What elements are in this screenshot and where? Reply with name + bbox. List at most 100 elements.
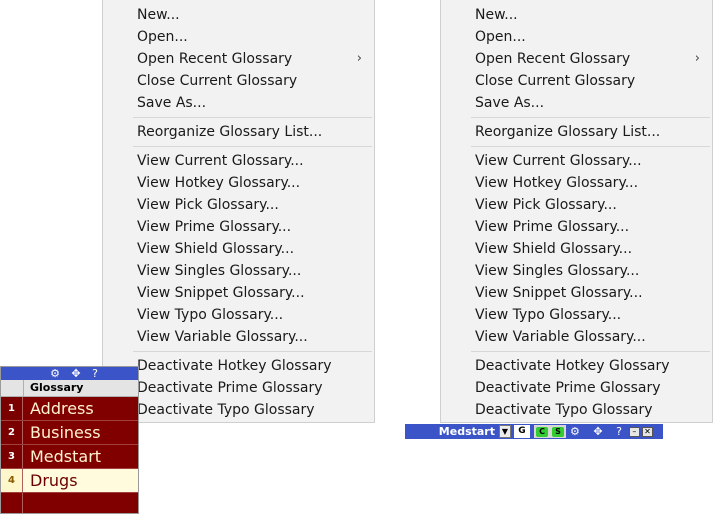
menu-item-view-singles-glossary[interactable]: View Singles Glossary...: [441, 260, 712, 282]
glossary-context-menu-left: New... Open... Open Recent Glossary › Close …: [102, 0, 375, 423]
menu-item-view-hotkey-glossary[interactable]: View Hotkey Glossary...: [441, 172, 712, 194]
glossary-row[interactable]: 4 Drugs: [1, 469, 138, 493]
glossary-name: Drugs: [23, 469, 138, 492]
minimize-button[interactable]: –: [628, 426, 640, 437]
glossary-dropdown-button[interactable]: ▼: [499, 425, 511, 438]
menu-item-view-singles-glossary[interactable]: View Singles Glossary...: [103, 260, 374, 282]
menu-item-deactivate-prime-glossary[interactable]: Deactivate Prime Glossary: [441, 377, 712, 399]
menu-separator: [133, 351, 372, 352]
menu-item-view-snippet-glossary[interactable]: View Snippet Glossary...: [103, 282, 374, 304]
menu-item-open[interactable]: Open...: [441, 26, 712, 48]
menu-item-label: View Current Glossary...: [137, 153, 304, 169]
row-number: 2: [1, 421, 23, 444]
row-number: 1: [1, 397, 23, 420]
menu-item-open-recent-glossary[interactable]: Open Recent Glossary ›: [441, 48, 712, 70]
active-glossary-name[interactable]: Medstart: [407, 425, 499, 438]
menu-item-view-pick-glossary[interactable]: View Pick Glossary...: [441, 194, 712, 216]
cs-indicators: C S: [534, 425, 566, 438]
glossary-name: Address: [23, 397, 138, 420]
menu-item-label: View Prime Glossary...: [475, 219, 630, 235]
menu-item-deactivate-hotkey-glossary[interactable]: Deactivate Hotkey Glossary: [441, 355, 712, 377]
toolbar-icons-right[interactable]: ⚙ ✥ ?: [570, 425, 627, 438]
menu-item-reorganize-glossary-list[interactable]: Reorganize Glossary List...: [441, 121, 712, 143]
menu-separator: [471, 117, 710, 118]
menu-item-label: Reorganize Glossary List...: [475, 124, 661, 140]
menu-item-label: New...: [475, 7, 518, 23]
menu-separator: [471, 351, 710, 352]
row-number: 3: [1, 445, 23, 468]
menu-item-open[interactable]: Open...: [103, 26, 374, 48]
menu-item-deactivate-typo-glossary[interactable]: Deactivate Typo Glossary: [103, 399, 374, 421]
glossary-row[interactable]: 1 Address: [1, 397, 138, 421]
glossary-row[interactable]: 2 Business: [1, 421, 138, 445]
menu-item-view-snippet-glossary[interactable]: View Snippet Glossary...: [441, 282, 712, 304]
menu-item-deactivate-typo-glossary[interactable]: Deactivate Typo Glossary: [441, 399, 712, 421]
s-indicator[interactable]: S: [552, 426, 564, 437]
menu-item-view-current-glossary[interactable]: View Current Glossary...: [441, 150, 712, 172]
menu-item-view-typo-glossary[interactable]: View Typo Glossary...: [103, 304, 374, 326]
medstart-toolbar: Medstart ▼ G C S ⚙ ✥ ? – ✕: [405, 424, 663, 439]
row-number: 4: [1, 469, 23, 492]
menu-item-view-hotkey-glossary[interactable]: View Hotkey Glossary...: [103, 172, 374, 194]
menu-item-label: View Variable Glossary...: [475, 329, 646, 345]
menu-item-view-prime-glossary[interactable]: View Prime Glossary...: [441, 216, 712, 238]
menu-item-label: View Prime Glossary...: [137, 219, 292, 235]
menu-item-view-variable-glossary[interactable]: View Variable Glossary...: [441, 326, 712, 348]
menu-item-deactivate-hotkey-glossary[interactable]: Deactivate Hotkey Glossary: [103, 355, 374, 377]
menu-item-view-pick-glossary[interactable]: View Pick Glossary...: [103, 194, 374, 216]
glossary-empty-row: [1, 493, 138, 513]
menu-item-label: Deactivate Hotkey Glossary: [475, 358, 670, 374]
glossary-context-menu-right: New... Open... Open Recent Glossary › Close …: [440, 0, 713, 423]
menu-item-close-current-glossary[interactable]: Close Current Glossary: [103, 70, 374, 92]
menu-item-label: Deactivate Prime Glossary: [137, 380, 323, 396]
menu-item-label: View Shield Glossary...: [475, 241, 633, 257]
menu-item-label: Open...: [475, 29, 526, 45]
menu-item-reorganize-glossary-list[interactable]: Reorganize Glossary List...: [103, 121, 374, 143]
close-button[interactable]: ✕: [641, 426, 653, 437]
toolbar-icons[interactable]: ⚙ ✥ ?: [50, 367, 102, 380]
menu-item-label: Reorganize Glossary List...: [137, 124, 323, 140]
glossary-list: 1 Address 2 Business 3 Medstart 4 Drugs: [1, 397, 138, 493]
g-button[interactable]: G: [514, 425, 530, 438]
menu-item-new[interactable]: New...: [441, 4, 712, 26]
menu-item-save-as[interactable]: Save As...: [103, 92, 374, 114]
menu-item-save-as[interactable]: Save As...: [441, 92, 712, 114]
menu-item-label: View Variable Glossary...: [137, 329, 308, 345]
menu-item-label: Save As...: [475, 95, 545, 111]
menu-item-new[interactable]: New...: [103, 4, 374, 26]
header-corner: [1, 380, 24, 396]
row-number-empty: [1, 493, 23, 513]
glossary-column-header: Glossary: [1, 380, 138, 397]
menu-item-label: View Hotkey Glossary...: [137, 175, 301, 191]
menu-item-view-current-glossary[interactable]: View Current Glossary...: [103, 150, 374, 172]
menu-item-label: Close Current Glossary: [137, 73, 298, 89]
menu-item-label: View Typo Glossary...: [137, 307, 284, 323]
menu-item-view-shield-glossary[interactable]: View Shield Glossary...: [103, 238, 374, 260]
menu-item-view-variable-glossary[interactable]: View Variable Glossary...: [103, 326, 374, 348]
menu-item-label: View Snippet Glossary...: [137, 285, 305, 301]
menu-item-open-recent-glossary[interactable]: Open Recent Glossary ›: [103, 48, 374, 70]
menu-item-label: Open Recent Glossary: [137, 51, 293, 67]
menu-item-label: View Pick Glossary...: [475, 197, 617, 213]
menu-item-label: Open Recent Glossary: [475, 51, 631, 67]
menu-item-label: View Typo Glossary...: [475, 307, 622, 323]
menu-item-view-shield-glossary[interactable]: View Shield Glossary...: [441, 238, 712, 260]
menu-item-deactivate-prime-glossary[interactable]: Deactivate Prime Glossary: [103, 377, 374, 399]
c-indicator[interactable]: C: [536, 426, 548, 437]
menu-item-label: Deactivate Hotkey Glossary: [137, 358, 332, 374]
menu-item-label: Deactivate Typo Glossary: [137, 402, 315, 418]
glossary-panel-toolbar: ⚙ ✥ ?: [1, 367, 138, 380]
menu-item-label: View Hotkey Glossary...: [475, 175, 639, 191]
menu-item-label: Close Current Glossary: [475, 73, 636, 89]
menu-item-label: View Shield Glossary...: [137, 241, 295, 257]
menu-item-label: View Snippet Glossary...: [475, 285, 643, 301]
glossary-row[interactable]: 3 Medstart: [1, 445, 138, 469]
chevron-right-icon: ›: [694, 51, 700, 66]
menu-item-close-current-glossary[interactable]: Close Current Glossary: [441, 70, 712, 92]
glossary-header-label[interactable]: Glossary: [24, 380, 138, 396]
row-name-empty: [23, 493, 138, 513]
menu-item-view-prime-glossary[interactable]: View Prime Glossary...: [103, 216, 374, 238]
menu-item-view-typo-glossary[interactable]: View Typo Glossary...: [441, 304, 712, 326]
chevron-right-icon: ›: [356, 51, 362, 66]
menu-item-label: View Current Glossary...: [475, 153, 642, 169]
